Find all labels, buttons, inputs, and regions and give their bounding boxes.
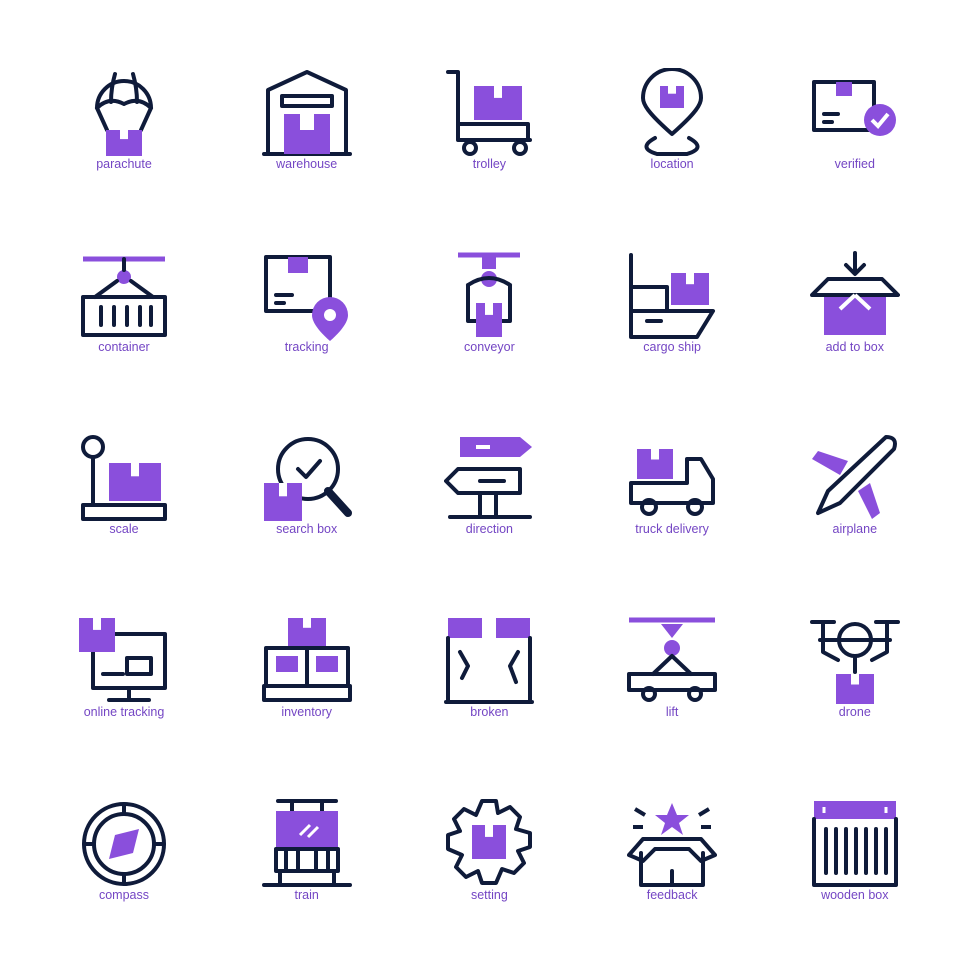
broken-icon (444, 618, 535, 705)
icon-label: online tracking (83, 705, 165, 720)
icon-label: lift (665, 705, 679, 720)
icon-tile-train: train (217, 792, 397, 942)
icon-tile-add-to-box: add to box (765, 244, 945, 394)
icon-label: container (98, 339, 150, 354)
icon-tile-inventory: inventory (217, 609, 397, 759)
icon-tile-location: location (582, 61, 762, 211)
icon-label: airplane (832, 522, 878, 537)
icon-tile-parachute: parachute (34, 61, 214, 211)
icon-tile-truck-delivery: truck delivery (582, 426, 762, 576)
icon-label: warehouse (276, 157, 338, 171)
feedback-icon (627, 802, 718, 887)
icon-tile-setting: setting (399, 792, 579, 942)
location-icon (641, 68, 704, 156)
icon-label: parachute (96, 157, 152, 171)
icon-tile-search-box: search box (217, 426, 397, 576)
online-tracking-icon (79, 618, 167, 703)
icon-label: scale (109, 522, 139, 537)
icon-tile-trolley: trolley (399, 61, 579, 211)
add-to-box-icon (809, 250, 900, 335)
icon-label: wooden box (821, 887, 889, 902)
icon-label: search box (276, 522, 338, 537)
icon-label: truck delivery (635, 522, 709, 537)
icon-tile-verified: verified (765, 61, 945, 211)
icon-tile-online-tracking: online tracking (34, 609, 214, 759)
icon-tile-tracking: tracking (217, 244, 397, 394)
direction-icon (444, 437, 533, 520)
drone-icon (809, 620, 900, 705)
warehouse-icon (261, 70, 352, 156)
icon-tile-direction: direction (399, 426, 579, 576)
icon-tile-container: container (34, 244, 214, 394)
icon-tile-drone: drone (765, 609, 945, 759)
train-icon (261, 798, 352, 887)
icon-tile-lift: lift (582, 609, 762, 759)
icon-label: tracking (284, 339, 329, 354)
trolley-icon (446, 70, 533, 156)
icon-tile-airplane: airplane (765, 426, 945, 576)
icon-tile-feedback: feedback (582, 792, 762, 942)
icon-tile-conveyor: conveyor (399, 244, 579, 394)
cargo-ship-icon (629, 252, 716, 339)
truck-delivery-icon (629, 449, 716, 517)
container-icon (81, 256, 167, 337)
tracking-icon (263, 254, 348, 341)
icon-label: train (294, 887, 319, 902)
search-box-icon (263, 437, 352, 522)
icon-label: cargo ship (643, 339, 701, 354)
setting-icon (446, 798, 533, 885)
icon-label: conveyor (464, 339, 515, 354)
icon-label: location (650, 157, 694, 171)
icon-label: drone (838, 705, 871, 720)
icon-label: compass (98, 887, 150, 902)
verified-icon (811, 80, 896, 136)
parachute-icon (95, 72, 153, 156)
icon-tile-compass: compass (34, 792, 214, 942)
icon-label: verified (834, 157, 875, 171)
icon-tile-warehouse: warehouse (217, 61, 397, 211)
wooden-box-icon (811, 800, 898, 887)
icon-tile-scale: scale (34, 426, 214, 576)
conveyor-icon (458, 252, 521, 337)
icon-label: direction (465, 522, 514, 537)
airplane-icon (811, 435, 897, 520)
inventory-icon (261, 618, 352, 703)
icon-label: add to box (825, 339, 884, 354)
icon-tile-broken: broken (399, 609, 579, 759)
icon-label: feedback (646, 887, 698, 902)
lift-icon (627, 617, 718, 703)
scale-icon (81, 435, 167, 522)
icon-tile-cargo-ship: cargo ship (582, 244, 762, 394)
icon-tile-wooden-box: wooden box (765, 792, 945, 942)
icon-label: setting (470, 887, 508, 902)
icon-label: inventory (281, 705, 333, 720)
icon-label: trolley (472, 157, 507, 171)
compass-icon (82, 801, 166, 886)
icon-label: broken (470, 705, 509, 720)
